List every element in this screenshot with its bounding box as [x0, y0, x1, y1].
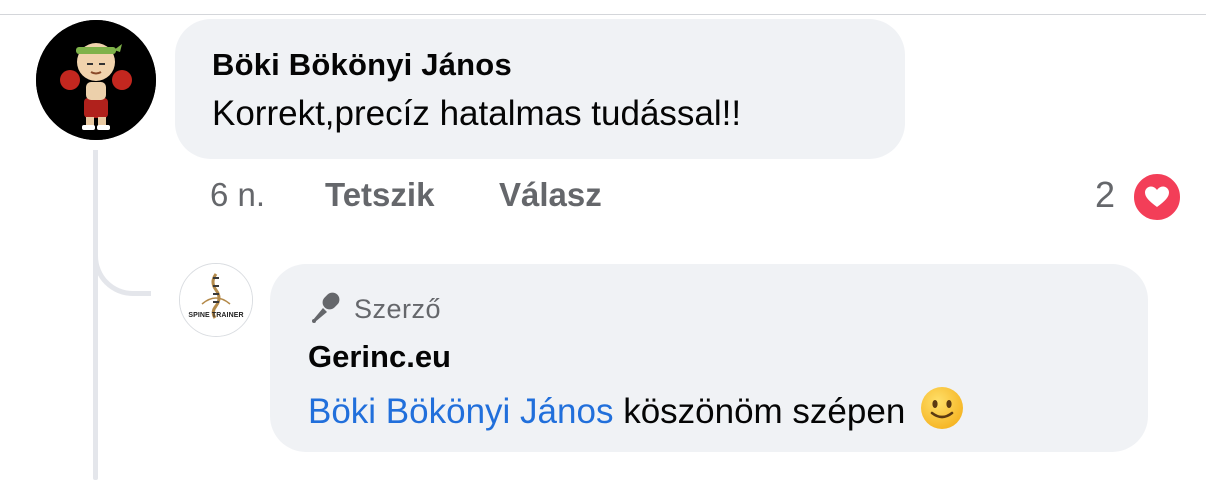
comment-timestamp[interactable]: 6 n. — [210, 176, 265, 214]
logo-text: SPINE TRAINER — [188, 312, 244, 319]
reply-author-name[interactable]: Gerinc.eu — [308, 339, 451, 375]
top-divider — [0, 14, 1206, 15]
spine-trainer-logo-icon — [180, 264, 252, 336]
heart-glyph — [1145, 186, 1169, 207]
mention-link[interactable]: Böki Bökönyi János — [308, 392, 613, 431]
author-badge-label: Szerző — [354, 293, 442, 324]
comment-author-name[interactable]: Böki Bökönyi János — [212, 47, 512, 83]
author-badge: Szerző — [308, 290, 441, 328]
microphone-icon — [308, 289, 344, 330]
cartoon-boxer-avatar-icon — [36, 20, 156, 140]
commenter-avatar[interactable] — [36, 20, 156, 140]
reply-bubble: Szerző Gerinc.eu Böki Bökönyi János kösz… — [270, 264, 1148, 452]
slightly-smiling-face-emoji-icon — [919, 385, 965, 440]
like-button[interactable]: Tetszik — [325, 176, 434, 214]
thread-branch-line — [93, 150, 151, 296]
page-avatar[interactable]: SPINE TRAINER — [179, 263, 253, 337]
reply-message: köszönöm szépen — [623, 392, 906, 431]
heart-icon[interactable] — [1131, 171, 1183, 223]
comment-bubble: Böki Bökönyi János Korrekt,precíz hatalm… — [175, 19, 905, 159]
reply-button[interactable]: Válasz — [499, 176, 602, 214]
reaction-count[interactable]: 2 — [1095, 174, 1115, 216]
comment-text: Korrekt,precíz hatalmas tudással!! — [212, 94, 742, 133]
reply-text: Böki Bökönyi János köszönöm szépen — [308, 385, 965, 440]
